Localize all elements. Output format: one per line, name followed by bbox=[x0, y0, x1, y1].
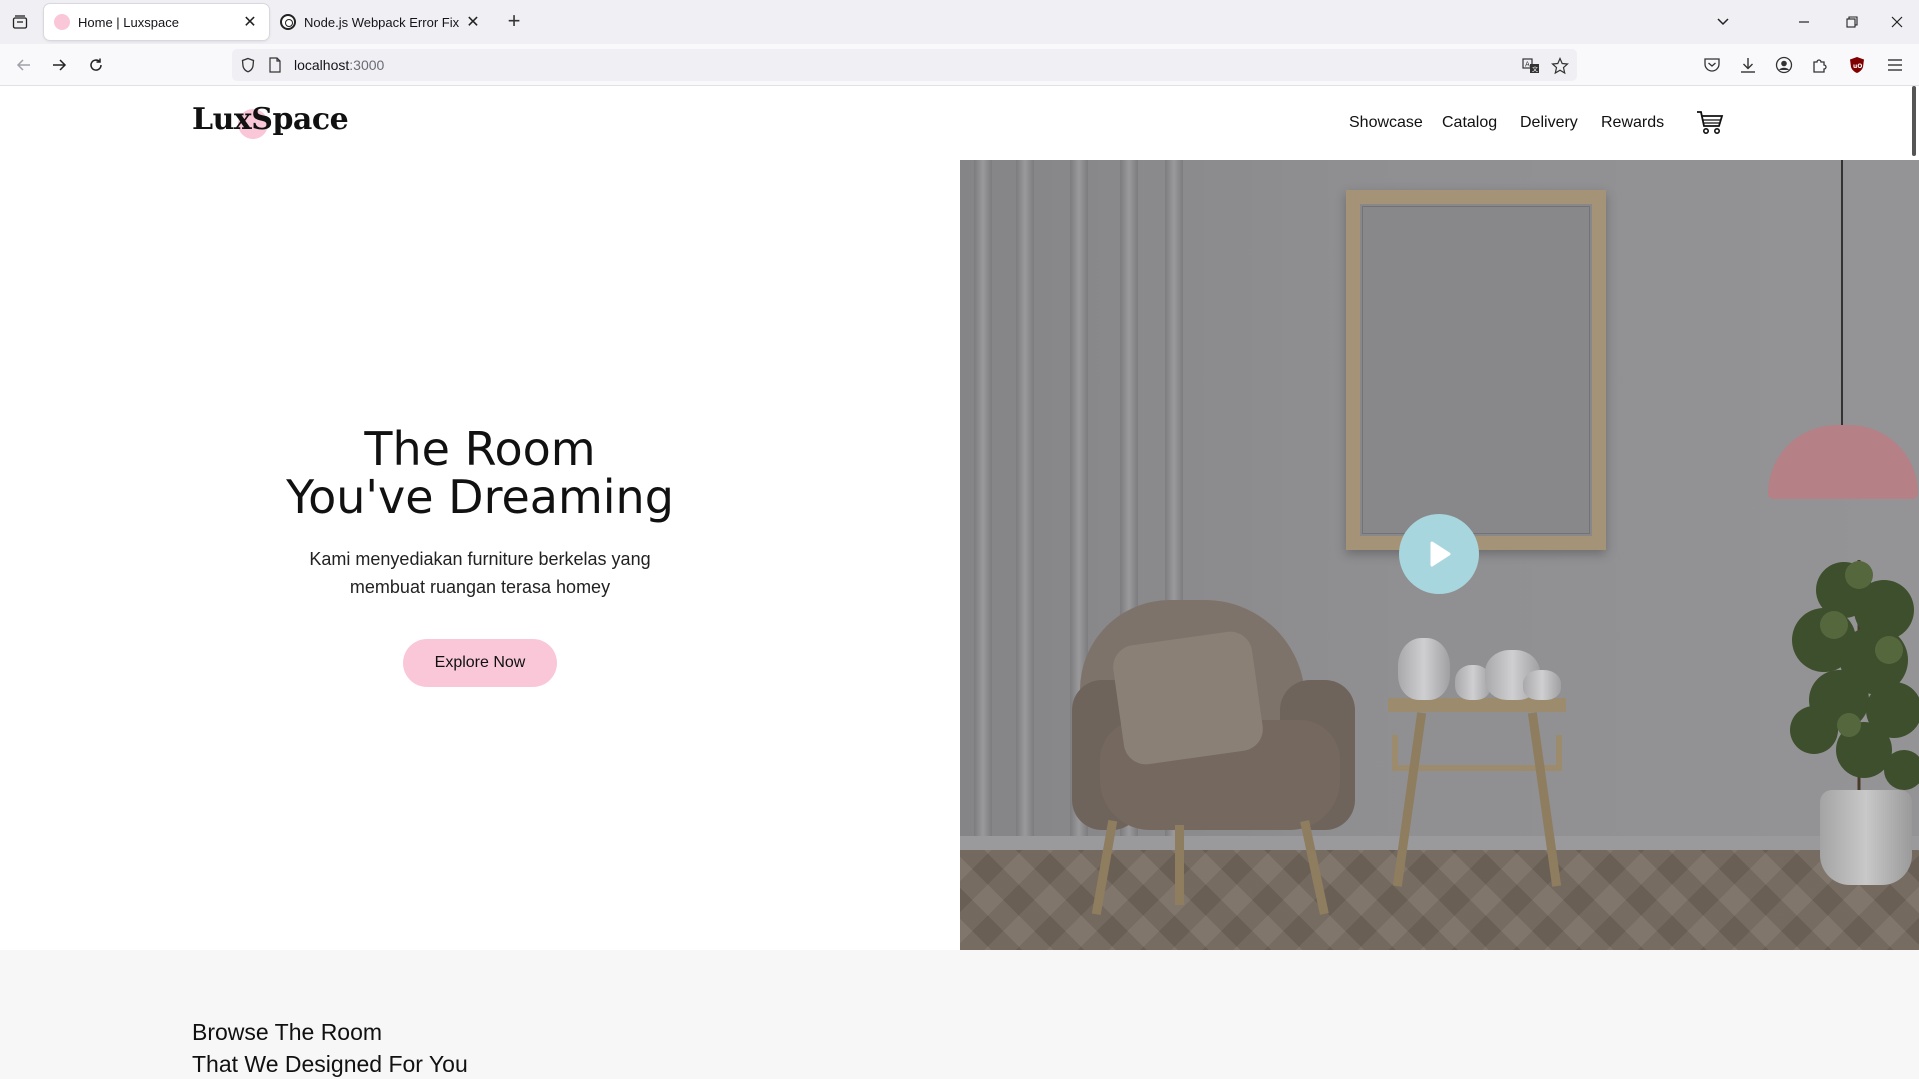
hero-room-image bbox=[960, 160, 1919, 950]
nav-link-showcase[interactable]: Showcase bbox=[1349, 114, 1423, 132]
browse-rooms-section: Browse The Room That We Designed For You bbox=[0, 950, 1919, 1079]
chatgpt-favicon-icon bbox=[280, 14, 296, 30]
hero-title: The Room You've Dreaming bbox=[240, 425, 720, 521]
hero-subtitle-line2: membuat ruangan terasa homey bbox=[349, 577, 611, 597]
account-icon[interactable] bbox=[1772, 53, 1796, 77]
pocket-icon[interactable] bbox=[1700, 53, 1724, 77]
side-table-top bbox=[1388, 698, 1566, 712]
minimize-icon[interactable] bbox=[1792, 10, 1816, 34]
empty-picture-frame bbox=[1346, 190, 1606, 550]
tab-home-luxspace[interactable]: Home | Luxspace ✕ bbox=[44, 4, 269, 40]
reload-icon[interactable] bbox=[84, 53, 108, 77]
hero-title-line2: You've Dreaming bbox=[286, 470, 674, 524]
explore-now-button[interactable]: Explore Now bbox=[403, 639, 557, 687]
nav-link-rewards[interactable]: Rewards bbox=[1601, 114, 1664, 132]
page-scrollbar[interactable] bbox=[1912, 86, 1916, 156]
chair-leg bbox=[1175, 825, 1184, 905]
nav-link-delivery[interactable]: Delivery bbox=[1520, 114, 1578, 132]
svg-text:A: A bbox=[1525, 61, 1530, 69]
browse-heading-line1: Browse The Room bbox=[192, 1019, 383, 1045]
close-window-icon[interactable] bbox=[1885, 10, 1909, 34]
hero-title-line1: The Room bbox=[364, 422, 596, 476]
tab-title: Home | Luxspace bbox=[78, 14, 179, 30]
browser-navigation-bar: localhost:3000 A文 uO bbox=[0, 44, 1919, 86]
translate-icon[interactable]: A文 bbox=[1521, 56, 1541, 76]
url-text[interactable]: localhost:3000 bbox=[294, 57, 384, 73]
svg-text:uO: uO bbox=[1853, 63, 1862, 70]
tab-list-icon[interactable] bbox=[10, 12, 30, 32]
page-info-icon[interactable] bbox=[268, 57, 282, 78]
forward-arrow-icon[interactable] bbox=[47, 53, 71, 77]
extensions-puzzle-icon[interactable] bbox=[1808, 53, 1832, 77]
svg-text:文: 文 bbox=[1532, 66, 1538, 74]
play-video-button[interactable] bbox=[1399, 514, 1479, 594]
wall-panel bbox=[1016, 160, 1034, 836]
new-tab-plus-icon[interactable]: + bbox=[503, 10, 525, 33]
luxspace-favicon-icon bbox=[54, 14, 70, 30]
close-tab-icon[interactable]: ✕ bbox=[241, 13, 259, 31]
tab-nodejs-webpack-error[interactable]: Node.js Webpack Error Fix ✕ bbox=[270, 4, 492, 40]
restore-window-icon[interactable] bbox=[1840, 10, 1864, 34]
nav-link-catalog[interactable]: Catalog bbox=[1442, 114, 1497, 132]
vase bbox=[1398, 638, 1450, 700]
hero-subtitle: Kami menyediakan furniture berkelas yang… bbox=[280, 545, 680, 601]
cart-icon[interactable] bbox=[1696, 110, 1724, 136]
cushion bbox=[1110, 628, 1266, 768]
browser-tab-bar: Home | Luxspace ✕ Node.js Webpack Error … bbox=[0, 0, 1919, 44]
ublock-origin-icon[interactable]: uO bbox=[1845, 53, 1869, 77]
url-port: :3000 bbox=[349, 57, 385, 73]
close-tab-icon[interactable]: ✕ bbox=[464, 13, 482, 31]
hero-subtitle-line1: Kami menyediakan furniture berkelas yang bbox=[309, 549, 651, 569]
cup bbox=[1523, 670, 1561, 700]
url-host: localhost bbox=[294, 57, 350, 73]
bookmark-star-icon[interactable] bbox=[1550, 56, 1570, 76]
white-plant-pot bbox=[1820, 790, 1912, 885]
downloads-icon[interactable] bbox=[1736, 53, 1760, 77]
back-arrow-icon[interactable] bbox=[12, 53, 36, 77]
browse-heading-line2: That We Designed For You bbox=[192, 1051, 468, 1077]
luxspace-logo[interactable]: LuxSpace bbox=[192, 102, 349, 139]
logo-text: LuxSpace bbox=[192, 102, 349, 137]
wall-panel bbox=[974, 160, 992, 836]
hamburger-menu-icon[interactable] bbox=[1883, 53, 1907, 77]
page-viewport: LuxSpace Showcase Catalog Delivery Rewar… bbox=[0, 86, 1919, 1079]
browse-heading: Browse The Room That We Designed For You bbox=[192, 1016, 468, 1079]
tab-title: Node.js Webpack Error Fix bbox=[304, 14, 460, 30]
address-bar[interactable]: localhost:3000 A文 bbox=[232, 49, 1577, 81]
tracking-protection-shield-icon[interactable] bbox=[240, 57, 256, 78]
hero-text-section: The Room You've Dreaming Kami menyediaka… bbox=[0, 160, 960, 950]
list-all-tabs-chevron-icon[interactable] bbox=[1711, 10, 1735, 34]
play-icon bbox=[1430, 541, 1451, 567]
lamp-cord bbox=[1841, 160, 1843, 430]
